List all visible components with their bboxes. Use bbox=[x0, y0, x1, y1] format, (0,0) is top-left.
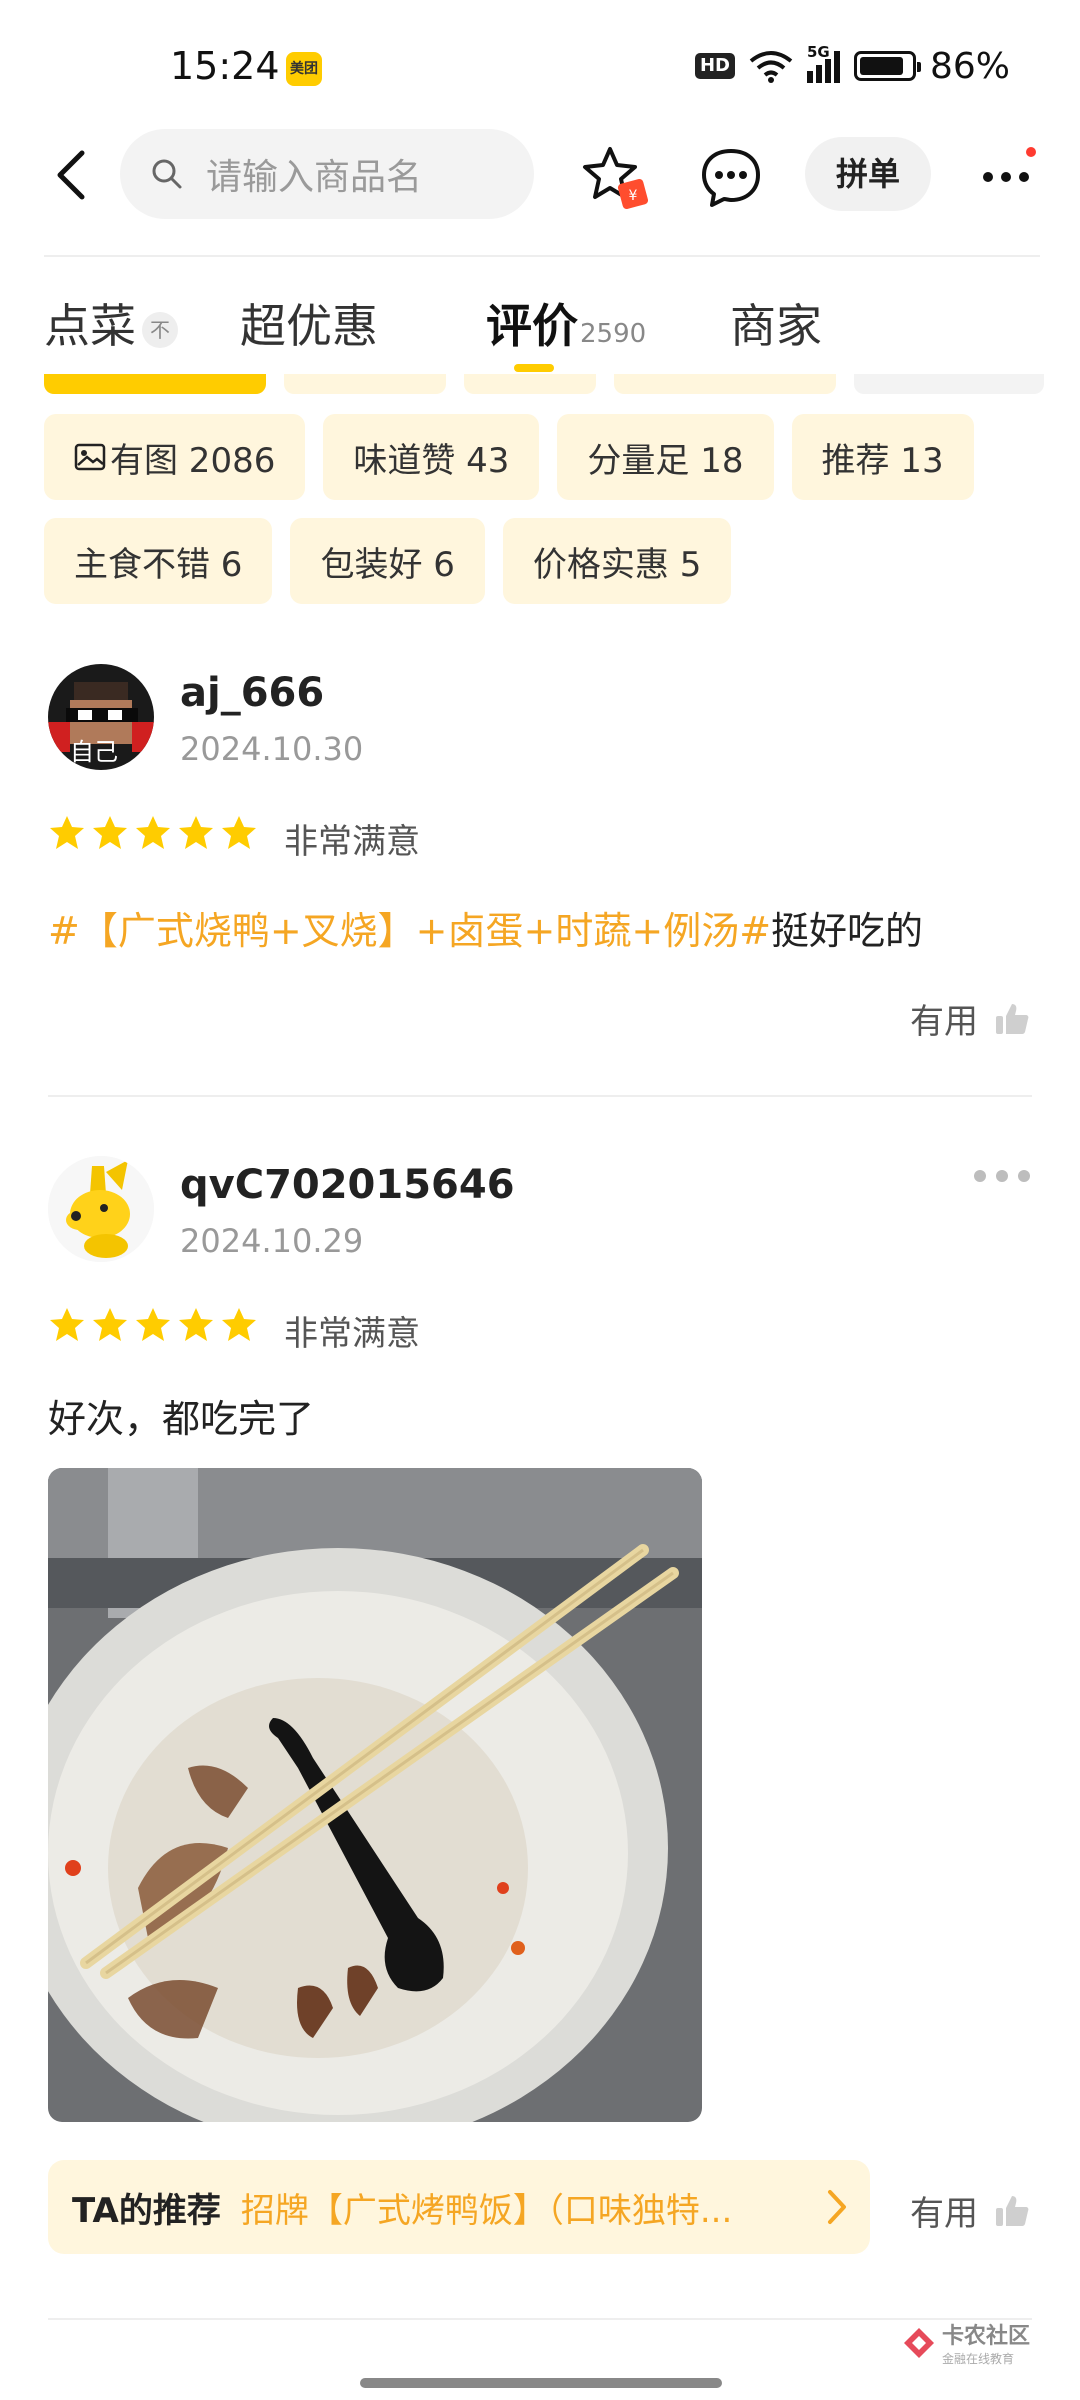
star-rating bbox=[48, 814, 258, 852]
star-icon bbox=[50, 816, 84, 849]
scrolled-chip-row bbox=[44, 374, 1044, 394]
tab-menu[interactable]: 点菜不 bbox=[44, 290, 178, 356]
ta-recommendation[interactable]: TA的推荐 招牌【广式烤鸭饭】（口味独特... bbox=[48, 2160, 870, 2254]
favorite-star-icon[interactable]: ¥ bbox=[580, 143, 650, 213]
more-options-icon[interactable] bbox=[972, 1168, 1032, 1184]
status-bar: 15:24 美团 HD 5G 86% bbox=[0, 0, 1080, 120]
useful-label: 有用 bbox=[910, 1002, 978, 1042]
review-username[interactable]: aj_666 bbox=[180, 670, 324, 716]
star-rating bbox=[48, 1306, 258, 1344]
review-date: 2024.10.30 bbox=[180, 730, 364, 768]
review-body: 挺好吃的 bbox=[771, 909, 924, 953]
back-arrow-icon[interactable] bbox=[48, 147, 98, 203]
signal-icon: 5G bbox=[806, 43, 840, 83]
battery-icon bbox=[853, 51, 921, 81]
useful-button[interactable]: 有用 bbox=[910, 994, 1030, 1043]
star-icon bbox=[179, 1308, 213, 1341]
tag-chip[interactable]: 味道赞 43 bbox=[323, 414, 540, 500]
status-time: 15:24 bbox=[170, 44, 280, 88]
star-icon bbox=[222, 1308, 256, 1341]
star-icon bbox=[222, 816, 256, 849]
tag-chip[interactable]: 推荐 13 bbox=[791, 414, 974, 500]
dish-hashtag[interactable]: #【广式烧鸭+叉烧】+卤蛋+时蔬+例汤# bbox=[48, 909, 771, 953]
header-divider bbox=[44, 255, 1040, 257]
search-placeholder: 请输入商品名 bbox=[206, 157, 423, 198]
tag-row-2: 主食不错 6 包装好 6 价格实惠 5 bbox=[44, 518, 1044, 604]
more-icon[interactable] bbox=[978, 147, 1038, 207]
svg-text:¥: ¥ bbox=[629, 188, 638, 204]
battery-percent: 86% bbox=[929, 45, 1010, 87]
recommended-dish: 招牌【广式烤鸭饭】（口味独特... bbox=[240, 2190, 733, 2231]
group-order-button[interactable]: 拼单 bbox=[805, 137, 931, 211]
search-icon bbox=[152, 159, 182, 189]
notification-dot bbox=[1026, 147, 1036, 157]
review-text: #【广式烧鸭+叉烧】+卤蛋+时蔬+例汤#挺好吃的 bbox=[48, 900, 923, 955]
tab-reviews-label: 评价 bbox=[486, 299, 578, 353]
star-icon bbox=[93, 816, 127, 849]
tag-chip[interactable]: 价格实惠 5 bbox=[502, 518, 732, 604]
tab-deals[interactable]: 超优惠 bbox=[240, 290, 378, 356]
review-card: qvC702015646 2024.10.29 非常满意 好次，都吃完了 TA的… bbox=[0, 1156, 1080, 2256]
search-input[interactable]: 请输入商品名 bbox=[120, 129, 534, 219]
recommend-label: TA的推荐 bbox=[72, 2190, 221, 2231]
image-icon bbox=[74, 443, 106, 471]
tab-menu-label: 点菜 bbox=[44, 299, 136, 353]
review-photo[interactable] bbox=[48, 1468, 702, 2122]
tag-row-1: 有图 2086 味道赞 43 分量足 18 推荐 13 bbox=[44, 414, 1044, 500]
tab-bar: 点菜不 超优惠 评价2590 商家 bbox=[44, 290, 1044, 370]
home-indicator[interactable] bbox=[360, 2378, 722, 2388]
review-date: 2024.10.29 bbox=[180, 1222, 364, 1260]
tag-label: 有图 2086 bbox=[110, 440, 276, 481]
watermark: 卡农社区 金融在线教育 bbox=[902, 2318, 1030, 2367]
tab-merchant[interactable]: 商家 bbox=[730, 290, 822, 356]
avatar[interactable] bbox=[48, 1156, 154, 1262]
star-icon bbox=[50, 1308, 84, 1341]
chevron-right-icon bbox=[828, 2190, 846, 2224]
tag-chip[interactable]: 主食不错 6 bbox=[44, 518, 273, 604]
review-count: 2590 bbox=[580, 319, 647, 349]
active-tab-indicator bbox=[514, 364, 554, 372]
signal-label: 5G bbox=[806, 43, 830, 61]
star-icon bbox=[179, 816, 213, 849]
review-username[interactable]: qvC702015646 bbox=[180, 1162, 515, 1208]
kanong-logo-icon bbox=[904, 2327, 934, 2358]
tag-chip[interactable]: 包装好 6 bbox=[290, 518, 485, 604]
review-card: 自己 aj_666 2024.10.30 非常满意 #【广式烧鸭+叉烧】+卤蛋+… bbox=[0, 664, 1080, 1094]
avatar[interactable]: 自己 bbox=[48, 664, 154, 770]
rating-text: 非常满意 bbox=[284, 1314, 420, 1354]
tag-chip-with-photos[interactable]: 有图 2086 bbox=[44, 414, 306, 500]
useful-button[interactable]: 有用 bbox=[910, 2186, 1030, 2235]
meituan-app-badge: 美团 bbox=[286, 52, 322, 86]
tag-chip[interactable]: 分量足 18 bbox=[557, 414, 774, 500]
pin-icon: 不 bbox=[142, 311, 178, 348]
review-text: 好次，都吃完了 bbox=[48, 1397, 315, 1441]
review-divider bbox=[48, 1095, 1032, 1097]
useful-label: 有用 bbox=[910, 2194, 978, 2234]
rating-text: 非常满意 bbox=[284, 822, 420, 862]
tab-reviews[interactable]: 评价2590 bbox=[486, 290, 646, 356]
top-nav: 请输入商品名 ¥ 拼单 bbox=[0, 125, 1080, 225]
chat-icon[interactable] bbox=[696, 143, 766, 213]
review-divider bbox=[48, 2318, 1032, 2320]
thumbs-up-icon bbox=[996, 2195, 1029, 2226]
star-icon bbox=[93, 1308, 127, 1341]
thumbs-up-icon bbox=[996, 1003, 1029, 1034]
star-icon bbox=[136, 1308, 170, 1341]
wifi-icon bbox=[749, 51, 793, 83]
star-icon bbox=[136, 816, 170, 849]
watermark-title: 卡农社区 bbox=[942, 2324, 1031, 2349]
hd-badge: HD bbox=[694, 53, 735, 79]
avatar-caption: 自己 bbox=[70, 738, 118, 766]
watermark-subtitle: 金融在线教育 bbox=[942, 2352, 1015, 2366]
